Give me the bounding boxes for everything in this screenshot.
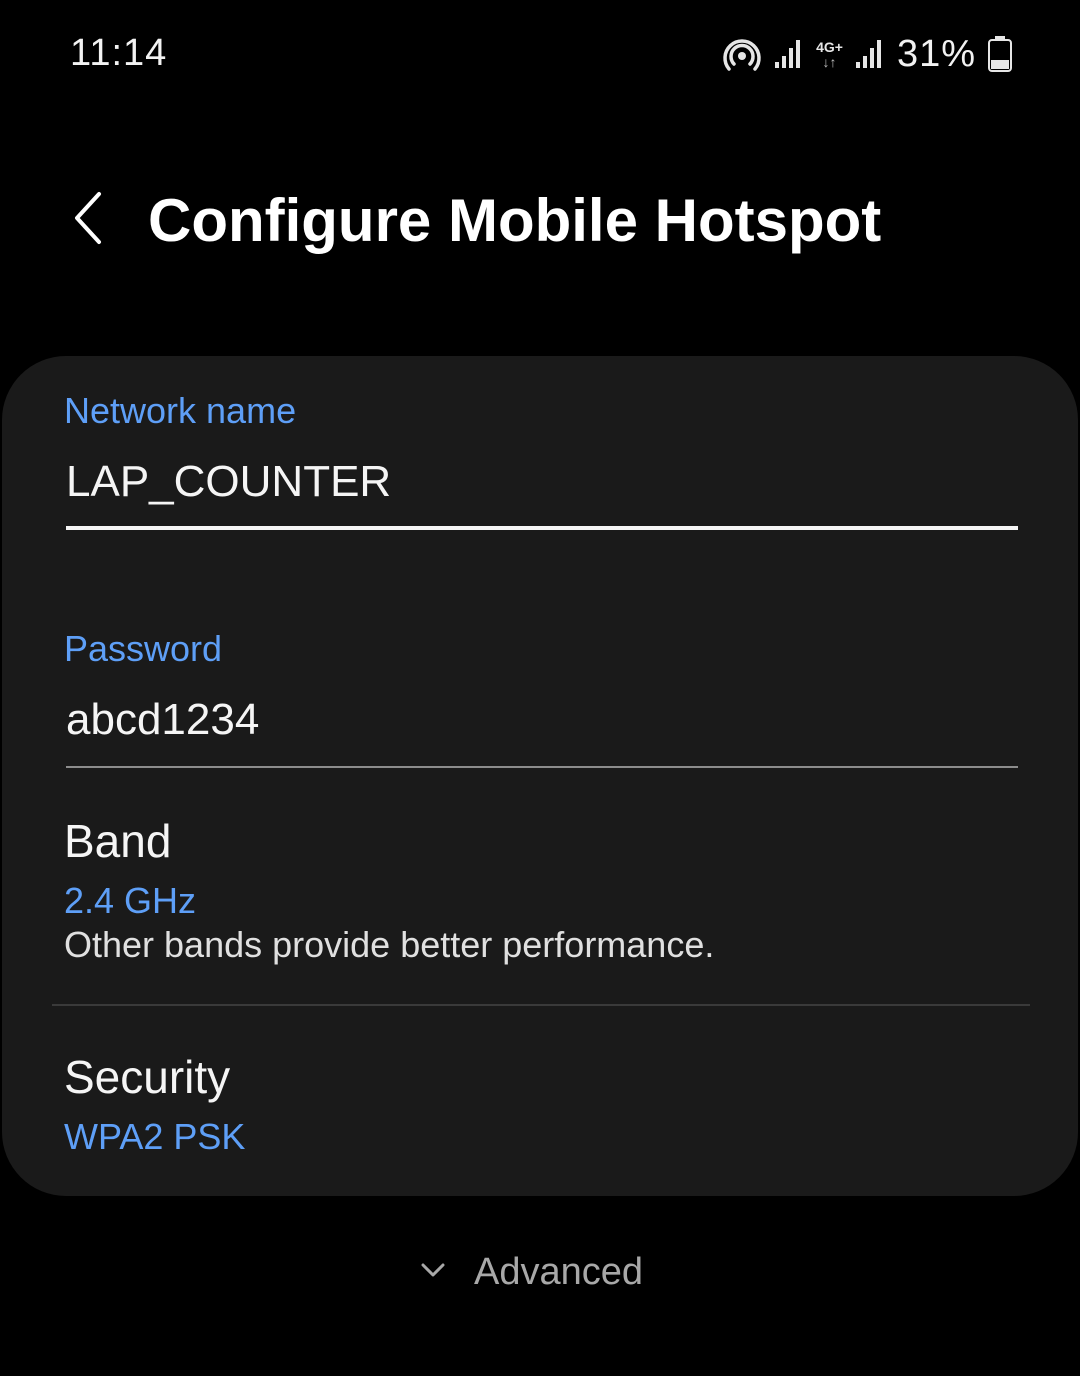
chevron-left-icon: [71, 190, 105, 251]
network-name-input[interactable]: [66, 452, 1018, 512]
network-name-label: Network name: [64, 390, 297, 431]
battery-percent: 31%: [896, 32, 976, 75]
status-bar: 11:14 4G+ ↓↑ 31%: [0, 0, 1080, 110]
security-setting[interactable]: Security WPA2 PSK: [2, 1032, 1078, 1172]
band-title: Band: [64, 815, 172, 867]
divider: [52, 1004, 1030, 1006]
chevron-down-icon: [420, 1261, 446, 1284]
status-time: 11:14: [70, 32, 168, 74]
security-value: WPA2 PSK: [64, 1116, 246, 1157]
band-description: Other bands provide better performance.: [64, 924, 715, 965]
hotspot-settings-card: Network name Password Band 2.4 GHz Other…: [2, 356, 1078, 1196]
network-type-indicator: 4G+ ↓↑: [816, 40, 843, 69]
network-name-underline: [66, 526, 1018, 530]
page-title: Configure Mobile Hotspot: [148, 187, 882, 254]
signal-icon: [855, 38, 885, 70]
network-type-label: 4G+: [816, 38, 843, 55]
band-value: 2.4 GHz: [64, 880, 197, 921]
password-underline: [66, 766, 1018, 768]
battery-icon: [988, 36, 1012, 72]
network-activity-arrows: ↓↑: [822, 53, 837, 70]
band-setting[interactable]: Band 2.4 GHz Other bands provide better …: [2, 796, 1078, 996]
password-label: Password: [64, 628, 223, 669]
signal-icon: [774, 38, 804, 70]
hotspot-icon: [722, 34, 762, 74]
advanced-button[interactable]: Advanced: [420, 1240, 643, 1304]
password-input[interactable]: [66, 690, 1018, 750]
back-button[interactable]: [56, 188, 120, 252]
advanced-label: Advanced: [474, 1250, 644, 1293]
status-icons: 4G+ ↓↑ 31%: [722, 32, 1012, 76]
security-title: Security: [64, 1051, 231, 1103]
